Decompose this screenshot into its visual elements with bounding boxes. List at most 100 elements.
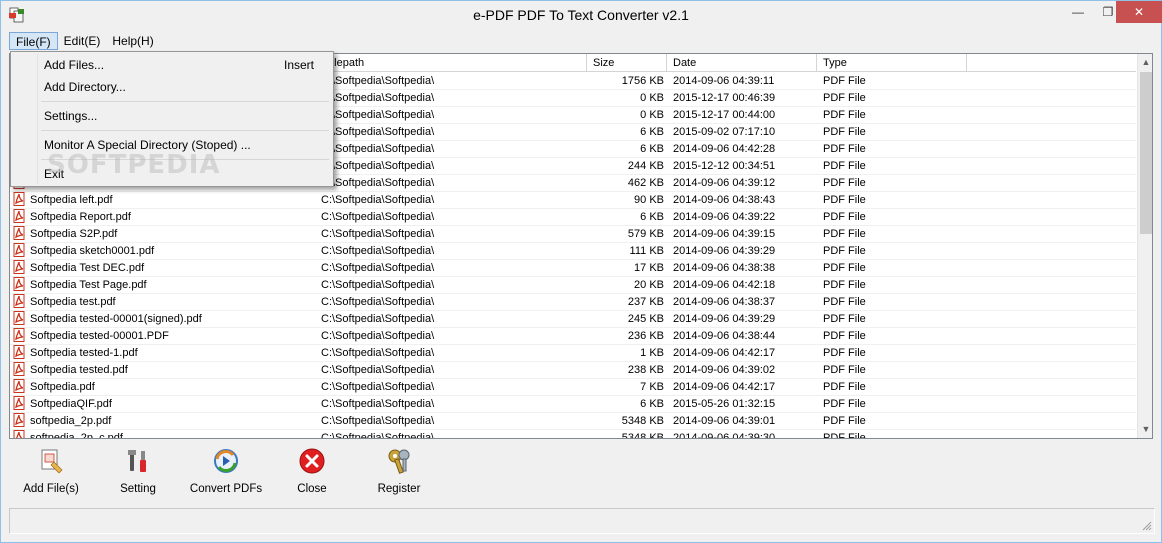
menu-item-add-files[interactable]: Add Files... Insert xyxy=(13,54,331,76)
file-type-cell: PDF File xyxy=(823,211,866,223)
file-name-cell: softpedia_2p_c.pdf xyxy=(13,430,319,439)
table-row[interactable]: Softpedia Test Page.pdf C:\Softpedia\Soft… xyxy=(10,277,1136,294)
title-bar[interactable]: e-PDF PDF To Text Converter v2.1 — ❐ ✕ xyxy=(1,1,1162,31)
file-name-cell: SoftpediaQIF.pdf xyxy=(13,396,319,413)
table-row[interactable]: Softpedia Report.pdf C:\Softpedia\Softped… xyxy=(10,209,1136,226)
table-row[interactable]: Softpedia tested-1.pdf C:\Softpedia\Softp… xyxy=(10,345,1136,362)
file-name-cell: Softpedia sketch0001.pdf xyxy=(13,243,319,260)
file-name-cell: softpedia_2p.pdf xyxy=(13,413,319,430)
menu-help[interactable]: Help(H) xyxy=(106,32,159,50)
file-type-cell: PDF File xyxy=(823,364,866,376)
column-header-filepath[interactable]: Filepath xyxy=(319,54,587,72)
file-size-cell: 5348 KB xyxy=(621,432,664,439)
file-path-cell: C:\Softpedia\Softpedia\ xyxy=(321,279,435,291)
pdf-file-icon xyxy=(13,396,25,410)
pdf-file-icon xyxy=(13,226,25,240)
bottom-toolbar: Add File(s) Setting Convert PDFs Close R… xyxy=(9,441,1153,503)
minimize-button[interactable]: — xyxy=(1063,1,1093,23)
file-size-cell: 238 KB xyxy=(627,364,664,376)
file-type-cell: PDF File xyxy=(823,432,866,439)
vertical-scrollbar[interactable]: ▲ ▼ xyxy=(1137,54,1152,438)
file-size-cell: 236 KB xyxy=(627,330,664,342)
table-row[interactable]: Softpedia tested-00001.PDF C:\Softpedia\S… xyxy=(10,328,1136,345)
pdf-file-icon xyxy=(13,345,25,359)
menu-edit[interactable]: Edit(E) xyxy=(58,32,107,50)
file-size-cell: 17 KB xyxy=(634,262,664,274)
file-date-cell: 2014-09-06 04:42:18 xyxy=(673,279,776,291)
file-date-cell: 2014-09-06 04:39:15 xyxy=(673,228,776,240)
file-path-cell: C:\Softpedia\Softpedia\ xyxy=(321,211,435,223)
file-type-cell: PDF File xyxy=(823,347,866,359)
file-type-cell: PDF File xyxy=(823,381,866,393)
file-path-cell: C:\Softpedia\Softpedia\ xyxy=(321,245,435,257)
file-path-cell: C:\Softpedia\Softpedia\ xyxy=(321,194,435,206)
scroll-down-arrow-icon[interactable]: ▼ xyxy=(1138,421,1152,438)
file-date-cell: 2014-09-06 04:38:38 xyxy=(673,262,776,274)
app-window: e-PDF PDF To Text Converter v2.1 — ❐ ✕ F… xyxy=(0,0,1162,543)
keys-icon xyxy=(385,447,413,475)
table-row[interactable]: Softpedia Test DEC.pdf C:\Softpedia\Softp… xyxy=(10,260,1136,277)
file-date-cell: 2015-09-02 07:17:10 xyxy=(673,126,776,138)
file-path-cell: C:\Softpedia\Softpedia\ xyxy=(321,330,435,342)
add-files-button[interactable]: Add File(s) xyxy=(19,445,83,501)
register-button[interactable]: Register xyxy=(371,445,427,501)
table-row[interactable]: Softpedia tested-00001(signed).pdf C:\Sof… xyxy=(10,311,1136,328)
file-path-cell: C:\Softpedia\Softpedia\ xyxy=(321,313,435,325)
file-name-cell: Softpedia test.pdf xyxy=(13,294,319,311)
convert-icon xyxy=(212,447,240,475)
resize-grip-icon[interactable] xyxy=(1140,519,1152,531)
file-path-cell: C:\Softpedia\Softpedia\ xyxy=(321,109,435,121)
file-date-cell: 2014-09-06 04:39:12 xyxy=(673,177,776,189)
column-header-size[interactable]: Size xyxy=(587,54,667,72)
close-window-button[interactable]: ✕ xyxy=(1116,1,1162,23)
pdf-file-icon xyxy=(13,430,25,438)
file-size-cell: 579 KB xyxy=(627,228,664,240)
file-date-cell: 2014-09-06 04:39:22 xyxy=(673,211,776,223)
table-row[interactable]: Softpedia S2P.pdf C:\Softpedia\Softpedia\… xyxy=(10,226,1136,243)
table-row[interactable]: Softpedia sketch0001.pdf C:\Softpedia\Sof… xyxy=(10,243,1136,260)
file-name: softpedia_2p_c.pdf xyxy=(30,432,123,439)
file-date-cell: 2015-12-12 00:34:51 xyxy=(673,160,776,172)
softpedia-watermark: SOFTPEDIA xyxy=(47,150,221,180)
convert-pdfs-button[interactable]: Convert PDFs xyxy=(189,445,263,501)
file-size-cell: 6 KB xyxy=(640,143,664,155)
file-date-cell: 2014-09-06 04:39:30 xyxy=(673,432,776,439)
setting-button[interactable]: Setting xyxy=(109,445,167,501)
file-type-cell: PDF File xyxy=(823,143,866,155)
file-date-cell: 2014-09-06 04:42:28 xyxy=(673,143,776,155)
pdf-file-icon xyxy=(13,209,25,223)
file-type-cell: PDF File xyxy=(823,160,866,172)
add-files-menu-label: Add Files... xyxy=(44,58,105,72)
menu-file[interactable]: File(F) xyxy=(9,32,58,50)
file-date-cell: 2014-09-06 04:39:01 xyxy=(673,415,776,427)
table-row[interactable]: SoftpediaQIF.pdf C:\Softpedia\Softpedia\ 6… xyxy=(10,396,1136,413)
file-date-cell: 2014-09-06 04:38:43 xyxy=(673,194,776,206)
table-row[interactable]: softpedia_2p_c.pdf C:\Softpedia\Softpedia… xyxy=(10,430,1136,439)
table-row[interactable]: Softpedia.pdf C:\Softpedia\Softpedia\ 7 KB… xyxy=(10,379,1136,396)
file-path-cell: C:\Softpedia\Softpedia\ xyxy=(321,75,435,87)
menu-item-settings[interactable]: Settings... xyxy=(13,105,331,127)
close-label: Close xyxy=(297,483,327,495)
scroll-up-arrow-icon[interactable]: ▲ xyxy=(1138,54,1152,71)
table-row[interactable]: Softpedia tested.pdf C:\Softpedia\Softped… xyxy=(10,362,1136,379)
pdf-file-icon xyxy=(13,413,25,427)
pdf-file-icon xyxy=(13,311,25,325)
menu-item-add-directory[interactable]: Add Directory... xyxy=(13,76,331,98)
file-size-cell: 245 KB xyxy=(627,313,664,325)
column-header-type[interactable]: Type xyxy=(817,54,967,72)
file-name: Softpedia tested-00001(signed).pdf xyxy=(30,313,202,325)
file-name-cell: Softpedia left.pdf xyxy=(13,192,319,209)
file-path-cell: C:\Softpedia\Softpedia\ xyxy=(321,381,435,393)
scrollbar-thumb[interactable] xyxy=(1140,72,1152,234)
file-size-cell: 1 KB xyxy=(640,347,664,359)
table-row[interactable]: Softpedia left.pdf C:\Softpedia\Softpedia… xyxy=(10,192,1136,209)
column-header-date[interactable]: Date xyxy=(667,54,817,72)
file-name-cell: Softpedia tested-00001.PDF xyxy=(13,328,319,345)
file-name: Softpedia sketch0001.pdf xyxy=(30,245,155,257)
add-file-icon xyxy=(37,447,65,475)
table-row[interactable]: Softpedia test.pdf C:\Softpedia\Softpedia… xyxy=(10,294,1136,311)
file-path-cell: C:\Softpedia\Softpedia\ xyxy=(321,296,435,308)
file-type-cell: PDF File xyxy=(823,126,866,138)
table-row[interactable]: softpedia_2p.pdf C:\Softpedia\Softpedia\ 5… xyxy=(10,413,1136,430)
close-button[interactable]: Close xyxy=(289,445,335,501)
